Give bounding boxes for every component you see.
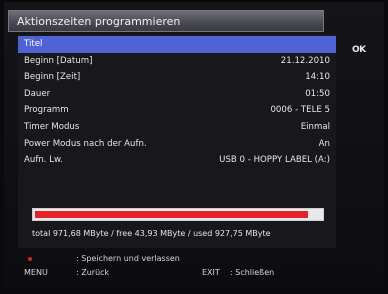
row-power-mode[interactable]: Power Modus nach der Aufn. An: [18, 136, 336, 153]
tv-screen: Aktionszeiten programmieren Titel Beginn…: [4, 2, 384, 290]
row-channel[interactable]: Programm 0006 - TELE 5: [18, 102, 336, 119]
row-value: USB 0 - HOPPY LABEL (A:): [219, 155, 330, 166]
storage-usage-bar: [32, 208, 324, 221]
row-recording-drive[interactable]: Aufn. Lw. USB 0 - HOPPY LABEL (A:): [18, 152, 336, 169]
footer-help: : Speichern und verlassen MENU : Zurück …: [18, 252, 358, 280]
row-label: Dauer: [24, 88, 51, 99]
timer-settings-panel: Titel Beginn [Datum] 21.12.2010 Beginn […: [18, 34, 336, 248]
row-label: Programm: [24, 105, 69, 116]
menu-key-label: MENU: [24, 268, 48, 277]
row-label: Beginn [Zeit]: [24, 72, 81, 83]
row-value: Einmal: [300, 121, 330, 132]
red-button-icon: [28, 257, 32, 261]
exit-key-label: EXIT: [202, 268, 220, 277]
footer-line-nav: MENU : Zurück EXIT : Schließen: [18, 266, 358, 280]
close-hint: : Schließen: [230, 268, 275, 277]
window-title: Aktionszeiten programmieren: [8, 10, 324, 32]
row-value: 01:50: [305, 88, 330, 99]
storage-usage-fill: [35, 211, 308, 218]
row-label: Power Modus nach der Aufn.: [24, 138, 147, 149]
footer-line-save: : Speichern und verlassen: [18, 252, 358, 266]
row-duration[interactable]: Dauer 01:50: [18, 86, 336, 103]
row-value: 21.12.2010: [280, 55, 330, 66]
settings-list: Titel Beginn [Datum] 21.12.2010 Beginn […: [18, 36, 336, 169]
storage-info-text: total 971,68 MByte / free 43,93 MByte / …: [32, 229, 271, 238]
row-value: 14:10: [305, 72, 330, 83]
save-and-exit-hint: : Speichern und verlassen: [76, 254, 180, 263]
row-label: Beginn [Datum]: [24, 55, 93, 66]
ok-icon: OK: [352, 45, 366, 55]
back-hint: : Zurück: [76, 268, 110, 277]
row-timer-mode[interactable]: Timer Modus Einmal: [18, 119, 336, 136]
row-label: Titel: [24, 39, 43, 49]
row-start-date[interactable]: Beginn [Datum] 21.12.2010: [18, 53, 336, 70]
row-start-time[interactable]: Beginn [Zeit] 14:10: [18, 69, 336, 86]
row-value: An: [318, 138, 330, 149]
row-label: Aufn. Lw.: [24, 155, 64, 166]
row-value: 0006 - TELE 5: [270, 105, 330, 116]
row-title[interactable]: Titel: [18, 36, 336, 53]
row-label: Timer Modus: [24, 121, 80, 132]
